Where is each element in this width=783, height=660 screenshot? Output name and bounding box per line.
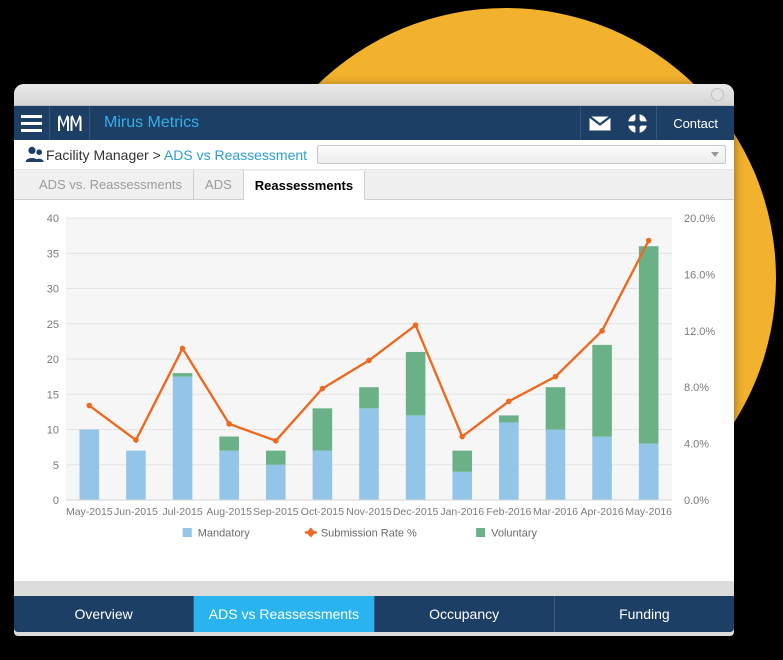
- svg-text:May-2016: May-2016: [625, 506, 672, 518]
- chart-y-axis-left: 0 5 10 15 20 25 30 35 40: [47, 213, 59, 507]
- breadcrumb-root[interactable]: Facility Manager: [46, 147, 153, 163]
- reassessments-combo-chart: 0 5 10 15 20 25 30 35 40 0.0% 4.0% 8.0% 12.0% 16.0% 2…: [47, 213, 716, 540]
- tab-strip: ADS vs. Reassessments ADS Reassessments: [14, 170, 734, 200]
- svg-text:Voluntary: Voluntary: [491, 528, 537, 540]
- window-control-dot[interactable]: [711, 88, 724, 101]
- tab-ads[interactable]: ADS: [194, 170, 244, 199]
- svg-text:0: 0: [53, 495, 59, 507]
- user-icon: [22, 146, 46, 163]
- svg-text:40: 40: [47, 213, 59, 225]
- svg-text:4.0%: 4.0%: [684, 439, 709, 451]
- life-ring-icon[interactable]: [618, 106, 656, 140]
- svg-text:Aug-2015: Aug-2015: [206, 506, 252, 518]
- svg-text:12.0%: 12.0%: [684, 326, 715, 338]
- envelope-icon[interactable]: [580, 106, 618, 140]
- svg-text:Dec-2015: Dec-2015: [393, 506, 439, 518]
- nav-overview[interactable]: Overview: [14, 596, 195, 632]
- chart-x-axis: May-2015 Jun-2015 Jul-2015 Aug-2015 Sep-2015…: [66, 499, 672, 518]
- svg-text:Nov-2015: Nov-2015: [346, 506, 392, 518]
- svg-text:20.0%: 20.0%: [684, 213, 715, 225]
- svg-text:Jan-2016: Jan-2016: [440, 506, 484, 518]
- tab-ads-vs-reassessments[interactable]: ADS vs. Reassessments: [28, 170, 195, 199]
- svg-text:5: 5: [53, 460, 59, 472]
- svg-text:10: 10: [47, 425, 59, 437]
- svg-text:Submission Rate %: Submission Rate %: [321, 528, 417, 540]
- chart-plot-area: 0 5 10 15 20 25 30 35 40 0.0% 4.0% 8.0% 12.0% 16.0% 2…: [24, 210, 724, 540]
- svg-text:Oct-2015: Oct-2015: [301, 506, 344, 518]
- svg-text:Jun-2015: Jun-2015: [114, 506, 158, 518]
- breadcrumb-current[interactable]: ADS vs Reassessment: [164, 147, 307, 163]
- svg-text:Apr-2016: Apr-2016: [580, 506, 623, 518]
- svg-text:8.0%: 8.0%: [684, 382, 709, 394]
- svg-text:15: 15: [47, 389, 59, 401]
- svg-text:20: 20: [47, 354, 59, 366]
- svg-text:16.0%: 16.0%: [684, 269, 715, 281]
- header-spacer: [213, 106, 580, 140]
- facility-select[interactable]: [317, 145, 726, 164]
- chevron-down-icon: [711, 152, 719, 157]
- nav-funding[interactable]: Funding: [555, 596, 734, 632]
- bottom-navigation: Overview ADS vs Reassessments Occupancy …: [14, 596, 734, 632]
- chart-y-axis-right: 0.0% 4.0% 8.0% 12.0% 16.0% 20.0%: [684, 213, 715, 507]
- svg-text:30: 30: [47, 284, 59, 296]
- screenshot-root: Mirus Metrics Contact Facility Manager >…: [0, 0, 783, 660]
- app-title: Mirus Metrics: [104, 114, 200, 131]
- tab-reassessments[interactable]: Reassessments: [243, 171, 366, 200]
- breadcrumb: Facility Manager > ADS vs Reassessment: [46, 147, 307, 163]
- svg-text:Feb-2016: Feb-2016: [486, 506, 531, 518]
- chart-panel: 0 5 10 15 20 25 30 35 40 0.0% 4.0% 8.0% 12.0% 16.0% 2…: [14, 200, 734, 581]
- svg-text:25: 25: [47, 319, 59, 331]
- app-window: Mirus Metrics Contact Facility Manager >…: [14, 84, 734, 636]
- mirus-logo: [50, 106, 90, 140]
- svg-text:May-2015: May-2015: [66, 506, 113, 518]
- svg-text:0.0%: 0.0%: [684, 495, 709, 507]
- window-titlebar: [14, 84, 734, 106]
- nav-ads-vs-reassessments[interactable]: ADS vs Reassessments: [194, 596, 375, 632]
- breadcrumb-bar: Facility Manager > ADS vs Reassessment: [14, 140, 734, 170]
- app-header-bar: Mirus Metrics Contact: [14, 106, 734, 140]
- breadcrumb-separator: >: [152, 146, 164, 163]
- hamburger-menu-icon[interactable]: [14, 106, 50, 140]
- nav-occupancy[interactable]: Occupancy: [375, 596, 555, 632]
- mirus-logo-icon: [57, 115, 81, 131]
- chart-legend: Mandatory Submission Rate % Voluntary: [182, 527, 538, 540]
- svg-text:35: 35: [47, 248, 59, 260]
- svg-text:Mar-2016: Mar-2016: [533, 506, 578, 518]
- contact-button[interactable]: Contact: [656, 106, 734, 140]
- svg-text:Sep-2015: Sep-2015: [253, 506, 299, 518]
- svg-text:Jul-2015: Jul-2015: [162, 506, 202, 518]
- svg-text:Mandatory: Mandatory: [198, 528, 250, 540]
